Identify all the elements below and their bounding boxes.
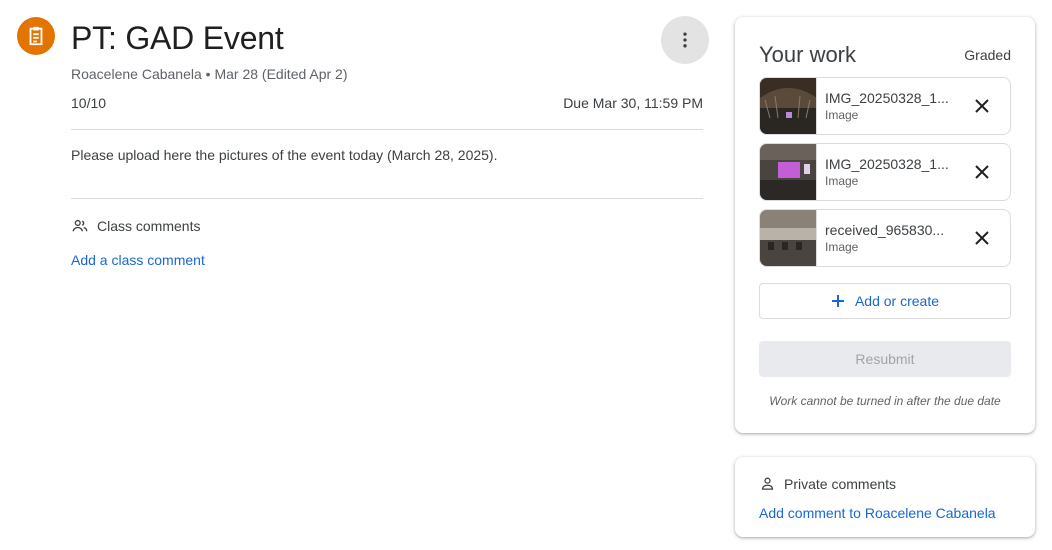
close-icon xyxy=(975,99,989,113)
image-thumbnail xyxy=(760,210,817,266)
remove-attachment-button[interactable] xyxy=(960,150,1004,194)
remove-attachment-button[interactable] xyxy=(960,84,1004,128)
divider xyxy=(71,129,703,130)
assignment-meta: Roacelene Cabanela • Mar 28 (Edited Apr … xyxy=(71,66,348,82)
page-title: PT: GAD Event xyxy=(71,20,284,56)
your-work-card: Your work Graded IMG_20250328_1... Image… xyxy=(735,17,1035,433)
resubmit-button[interactable]: Resubmit xyxy=(759,341,1011,377)
your-work-title: Your work xyxy=(759,42,857,67)
add-private-comment-link[interactable]: Add comment to Roacelene Cabanela xyxy=(759,505,996,521)
attachment-type: Image xyxy=(825,174,859,188)
more-options-button[interactable] xyxy=(661,16,709,64)
attachment-item[interactable]: IMG_20250328_1... Image xyxy=(759,143,1011,201)
private-comments-header: Private comments xyxy=(759,475,896,492)
image-thumbnail xyxy=(760,144,817,200)
assignment-icon xyxy=(17,17,55,55)
due-date: Due Mar 30, 11:59 PM xyxy=(563,95,703,111)
plus-icon xyxy=(831,295,844,307)
points-value: 10/10 xyxy=(71,95,107,111)
add-or-create-button[interactable]: Add or create xyxy=(759,283,1011,319)
more-vert-icon xyxy=(683,32,687,48)
remove-attachment-button[interactable] xyxy=(960,216,1004,260)
attachment-item[interactable]: received_965830... Image xyxy=(759,209,1011,267)
due-date-note: Work cannot be turned in after the due d… xyxy=(769,394,1001,408)
attachment-name: IMG_20250328_1... xyxy=(825,156,949,172)
close-icon xyxy=(975,231,989,245)
attachment-name: received_965830... xyxy=(825,222,945,238)
image-thumbnail xyxy=(760,78,817,134)
attachment-type: Image xyxy=(825,240,859,254)
private-comments-card: Private comments Add comment to Roacelen… xyxy=(735,457,1035,537)
close-icon xyxy=(975,165,989,179)
people-icon xyxy=(72,219,88,232)
person-icon xyxy=(761,477,774,490)
class-comments-label: Class comments xyxy=(97,218,201,234)
attachment-name: IMG_20250328_1... xyxy=(825,90,949,106)
attachment-type: Image xyxy=(825,108,859,122)
class-comments-header: Class comments xyxy=(71,217,200,235)
assignment-description: Please upload here the pictures of the e… xyxy=(71,147,498,163)
attachment-item[interactable]: IMG_20250328_1... Image xyxy=(759,77,1011,135)
divider xyxy=(71,198,703,199)
private-comments-label: Private comments xyxy=(784,475,897,492)
add-class-comment-link[interactable]: Add a class comment xyxy=(71,252,205,268)
status-badge: Graded xyxy=(964,47,1011,63)
add-or-create-label: Add or create xyxy=(854,293,940,309)
